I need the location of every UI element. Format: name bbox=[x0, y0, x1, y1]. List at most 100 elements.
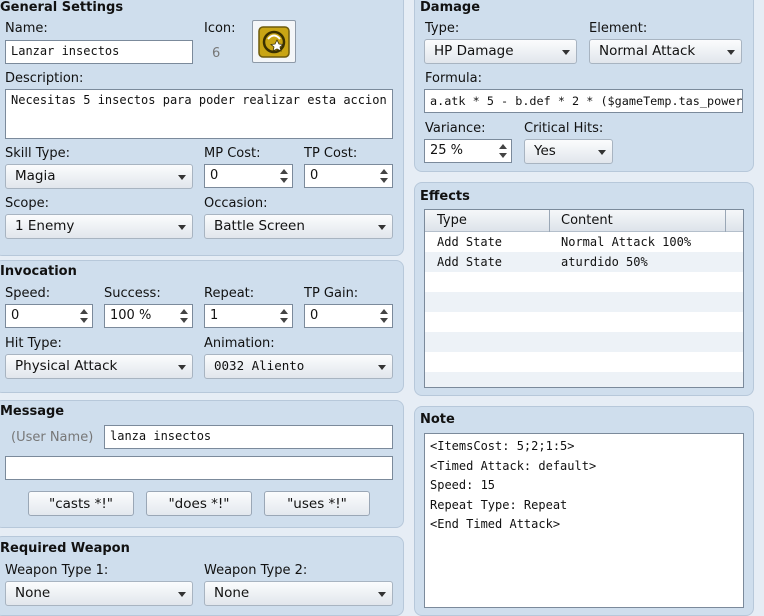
note-line: <ItemsCost: 5;2;1:5> bbox=[430, 439, 575, 453]
critical-hits-value: Yes bbox=[534, 143, 556, 159]
success-spinner[interactable]: 100 % bbox=[104, 304, 193, 328]
chevron-down-icon bbox=[378, 225, 386, 230]
effect-content: aturdido 50% bbox=[561, 255, 648, 269]
animation-label: Animation: bbox=[204, 336, 275, 351]
critical-hits-select[interactable]: Yes bbox=[524, 139, 613, 164]
icon-label: Icon: bbox=[204, 21, 236, 36]
chevron-down-icon bbox=[178, 175, 186, 180]
name-input[interactable]: Lanzar insectos bbox=[5, 40, 193, 64]
tp-cost-spinner[interactable]: 0 bbox=[304, 164, 393, 188]
tp-cost-value: 0 bbox=[310, 168, 319, 183]
message-line2-input[interactable] bbox=[5, 456, 393, 480]
scope-select[interactable]: 1 Enemy bbox=[5, 214, 193, 239]
success-label: Success: bbox=[104, 286, 161, 301]
mp-cost-spinner[interactable]: 0 bbox=[204, 164, 293, 188]
effects-empty-row[interactable] bbox=[425, 372, 743, 387]
weapon-type2-label: Weapon Type 2: bbox=[204, 563, 308, 578]
note-line: <End Timed Attack> bbox=[430, 517, 561, 531]
hit-type-select[interactable]: Physical Attack bbox=[5, 354, 193, 379]
effects-empty-row[interactable] bbox=[425, 312, 743, 332]
effect-content: Normal Attack 100% bbox=[561, 235, 692, 249]
effects-row[interactable]: Add State aturdido 50% bbox=[425, 252, 743, 272]
animation-value: 0032 Aliento bbox=[214, 358, 305, 373]
tp-gain-spinner[interactable]: 0 bbox=[304, 304, 393, 328]
spin-up-icon[interactable] bbox=[280, 169, 288, 174]
spin-down-icon[interactable] bbox=[280, 318, 288, 323]
general-settings-title: General Settings bbox=[0, 0, 124, 15]
note-line: Speed: 15 bbox=[430, 478, 496, 492]
element-select[interactable]: Normal Attack bbox=[589, 39, 742, 64]
chevron-down-icon bbox=[378, 592, 386, 597]
spin-down-icon[interactable] bbox=[180, 318, 188, 323]
note-title: Note bbox=[420, 412, 455, 427]
variance-label: Variance: bbox=[425, 121, 486, 136]
message-line1-input[interactable]: lanza insectos bbox=[104, 425, 393, 449]
damage-type-value: HP Damage bbox=[434, 43, 514, 59]
skill-icon-picker[interactable] bbox=[252, 20, 296, 63]
effects-empty-row[interactable] bbox=[425, 292, 743, 312]
spin-up-icon[interactable] bbox=[180, 309, 188, 314]
formula-label: Formula: bbox=[425, 71, 482, 86]
effects-empty-row[interactable] bbox=[425, 332, 743, 352]
skill-type-value: Magia bbox=[15, 168, 56, 184]
speed-label: Speed: bbox=[5, 286, 51, 301]
occasion-select[interactable]: Battle Screen bbox=[204, 214, 393, 239]
chevron-down-icon bbox=[598, 150, 606, 155]
effects-empty-row[interactable] bbox=[425, 272, 743, 292]
note-textarea[interactable]: <ItemsCost: 5;2;1:5> <Timed Attack: defa… bbox=[424, 433, 744, 608]
spin-up-icon[interactable] bbox=[280, 309, 288, 314]
occasion-value: Battle Screen bbox=[214, 218, 305, 234]
spin-up-icon[interactable] bbox=[380, 169, 388, 174]
weapon-type1-value: None bbox=[15, 585, 51, 601]
speed-spinner[interactable]: 0 bbox=[5, 304, 93, 328]
effects-row[interactable]: Add State Normal Attack 100% bbox=[425, 232, 743, 252]
element-value: Normal Attack bbox=[599, 43, 696, 59]
spin-down-icon[interactable] bbox=[380, 178, 388, 183]
spin-up-icon[interactable] bbox=[499, 144, 507, 149]
description-label: Description: bbox=[5, 71, 84, 86]
spin-down-icon[interactable] bbox=[80, 318, 88, 323]
effects-col-type[interactable]: Type bbox=[437, 213, 467, 228]
spin-up-icon[interactable] bbox=[80, 309, 88, 314]
animation-select[interactable]: 0032 Aliento bbox=[204, 354, 393, 379]
damage-type-select[interactable]: HP Damage bbox=[424, 39, 577, 64]
formula-input[interactable]: a.atk * 5 - b.def * 2 * ($gameTemp.tas_p… bbox=[424, 89, 743, 113]
damage-title: Damage bbox=[420, 0, 481, 15]
mp-cost-value: 0 bbox=[210, 168, 219, 183]
scope-label: Scope: bbox=[5, 196, 49, 211]
chevron-down-icon bbox=[727, 50, 735, 55]
spin-up-icon[interactable] bbox=[380, 309, 388, 314]
tp-gain-value: 0 bbox=[310, 308, 319, 323]
scope-value: 1 Enemy bbox=[15, 218, 75, 234]
casts-button[interactable]: "casts *!" bbox=[28, 491, 134, 516]
effects-list[interactable]: Type Content Add State Normal Attack 100… bbox=[424, 209, 744, 388]
column-divider bbox=[549, 210, 550, 232]
note-line: <Timed Attack: default> bbox=[430, 458, 597, 473]
repeat-spinner[interactable]: 1 bbox=[204, 304, 293, 328]
variance-value: 25 % bbox=[430, 143, 464, 158]
effects-empty-row[interactable] bbox=[425, 352, 743, 372]
repeat-value: 1 bbox=[210, 308, 219, 323]
effects-header: Type Content bbox=[425, 210, 743, 232]
effect-type: Add State bbox=[437, 255, 503, 269]
spin-down-icon[interactable] bbox=[380, 318, 388, 323]
uses-button[interactable]: "uses *!" bbox=[264, 491, 370, 516]
weapon-type1-select[interactable]: None bbox=[5, 581, 193, 606]
user-name-label: (User Name) bbox=[11, 430, 94, 445]
skill-type-select[interactable]: Magia bbox=[5, 164, 193, 189]
does-button[interactable]: "does *!" bbox=[146, 491, 252, 516]
spin-down-icon[interactable] bbox=[280, 178, 288, 183]
name-label: Name: bbox=[5, 21, 48, 36]
chevron-down-icon bbox=[178, 365, 186, 370]
effects-col-content[interactable]: Content bbox=[561, 213, 613, 228]
variance-spinner[interactable]: 25 % bbox=[424, 139, 512, 163]
tp-gain-label: TP Gain: bbox=[304, 286, 359, 301]
hit-type-label: Hit Type: bbox=[5, 336, 62, 351]
spin-down-icon[interactable] bbox=[499, 153, 507, 158]
description-input[interactable]: Necesitas 5 insectos para poder realizar… bbox=[5, 89, 393, 139]
speed-value: 0 bbox=[11, 308, 20, 323]
hit-type-value: Physical Attack bbox=[15, 358, 118, 374]
mp-cost-label: MP Cost: bbox=[204, 146, 261, 161]
chevron-down-icon bbox=[562, 50, 570, 55]
weapon-type2-select[interactable]: None bbox=[204, 581, 393, 606]
